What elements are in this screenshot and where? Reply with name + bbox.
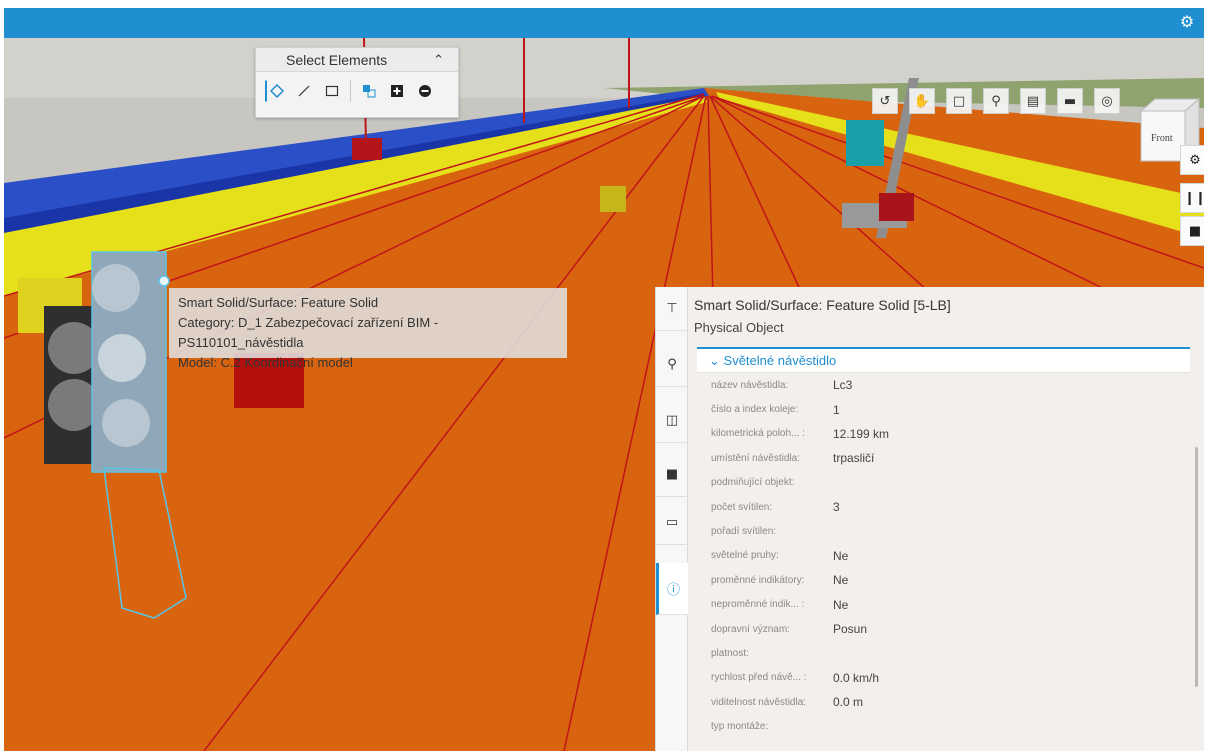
property-row: platnost: bbox=[697, 641, 1190, 665]
properties-scrollbar[interactable] bbox=[1195, 447, 1198, 687]
property-key: rychlost před návě... : bbox=[711, 672, 807, 684]
line-select-icon[interactable] bbox=[293, 80, 315, 102]
property-key: neproměnné indik... : bbox=[711, 599, 805, 611]
property-key: číslo a index koleje: bbox=[711, 404, 799, 416]
property-value: trpasličí bbox=[833, 451, 875, 466]
fit-view-icon[interactable]: □ bbox=[946, 88, 972, 114]
select-elements-title: Select Elements bbox=[286, 52, 388, 68]
search-icon[interactable]: ⚲ bbox=[656, 343, 688, 387]
property-value: 0.0 m bbox=[833, 695, 864, 710]
window-icon[interactable]: ▬ bbox=[1057, 88, 1083, 114]
walk-icon[interactable]: ❙❙ bbox=[1180, 183, 1204, 213]
property-row: umístění návěstidla: trpasličí bbox=[697, 446, 1190, 470]
tooltip-model: Model: C.2 Koordinační model bbox=[178, 355, 353, 370]
zoom-icon[interactable]: ⚲ bbox=[983, 88, 1009, 114]
point-select-icon[interactable] bbox=[265, 80, 287, 102]
property-key: viditelnost návěstidla: bbox=[711, 696, 807, 708]
box-select-icon[interactable] bbox=[321, 80, 343, 102]
rotate-icon[interactable]: ↺ bbox=[872, 88, 898, 114]
property-value: 12.199 km bbox=[833, 426, 890, 441]
selection-set-icon[interactable] bbox=[358, 80, 380, 102]
section-icon[interactable]: ▤ bbox=[1020, 88, 1046, 114]
panel-tab-bar: ⊤ ⚲ ◫ ■ ▭ ⓘ bbox=[656, 287, 688, 751]
property-value: 1 bbox=[833, 402, 840, 417]
chevron-up-icon[interactable]: ⌃ bbox=[433, 48, 444, 72]
property-row: pořadí svítilen: bbox=[697, 519, 1190, 543]
tooltip-category: Category: D_1 Zabezpečovací zařízení BIM… bbox=[178, 315, 439, 350]
properties-title: Smart Solid/Surface: Feature Solid [5-LB… bbox=[694, 297, 951, 313]
chevron-down-icon: ⌄ bbox=[709, 353, 720, 368]
top-bar: ⚙ bbox=[4, 8, 1204, 38]
property-value: 0.0 km/h bbox=[833, 670, 880, 685]
markup-icon[interactable]: ■ bbox=[656, 453, 688, 497]
property-value: Ne bbox=[833, 573, 849, 588]
property-row: název návěstidla: Lc3 bbox=[697, 373, 1190, 397]
property-row: viditelnost návěstidla: 0.0 m bbox=[697, 690, 1190, 714]
property-value: 3 bbox=[833, 500, 840, 515]
property-key: pořadí svítilen: bbox=[711, 526, 777, 538]
property-key: kilometrická poloh... : bbox=[711, 428, 805, 440]
gear-icon[interactable]: ⚙ bbox=[1178, 13, 1196, 31]
property-row: neproměnné indik... : Ne bbox=[697, 593, 1190, 617]
property-key: umístění návěstidla: bbox=[711, 452, 800, 464]
cube-face-label: Front bbox=[1151, 133, 1173, 144]
property-key: proměnné indikátory: bbox=[711, 574, 805, 586]
tooltip-element-type: Smart Solid/Surface: Feature Solid bbox=[178, 295, 379, 310]
select-elements-header[interactable]: Select Elements ⌃ bbox=[256, 48, 458, 72]
property-row: proměnné indikátory: Ne bbox=[697, 568, 1190, 592]
property-row: dopravní význam: Posun bbox=[697, 617, 1190, 641]
property-row: číslo a index koleje: 1 bbox=[697, 397, 1190, 421]
video-icon[interactable]: ■ bbox=[1180, 216, 1204, 246]
properties-subtitle: Physical Object bbox=[694, 320, 784, 335]
view-icon[interactable]: ▭ bbox=[656, 501, 688, 545]
property-key: počet svítilen: bbox=[711, 501, 773, 513]
properties-content: ⌄ Světelné návěstidlo název návěstidla: L… bbox=[697, 347, 1190, 751]
property-row: typ montáže: bbox=[697, 714, 1190, 738]
property-key: podmiňující objekt: bbox=[711, 477, 795, 489]
property-key: světelné pruhy: bbox=[711, 550, 779, 562]
property-value: Ne bbox=[833, 597, 849, 612]
globe-icon[interactable]: ◎ bbox=[1094, 88, 1120, 114]
property-list: název návěstidla: Lc3 číslo a index kolej… bbox=[697, 373, 1190, 739]
model-icon[interactable]: ◫ bbox=[656, 399, 688, 443]
property-key: dopravní význam: bbox=[711, 623, 790, 635]
property-key: platnost: bbox=[711, 647, 749, 659]
property-value: Lc3 bbox=[833, 378, 853, 393]
toolbar-divider bbox=[350, 80, 351, 102]
property-value: Ne bbox=[833, 548, 849, 563]
properties-panel: ⊤ ⚲ ◫ ■ ▭ ⓘ Smart Solid/Surface: Feature… bbox=[655, 287, 1204, 751]
property-key: typ montáže: bbox=[711, 721, 769, 733]
remove-selection-icon[interactable] bbox=[414, 80, 436, 102]
select-elements-panel: Select Elements ⌃ bbox=[255, 47, 459, 118]
navigation-toolbar: ↺ ✋ □ ⚲ ▤ ▬ ◎ bbox=[872, 88, 1120, 114]
property-value: Posun bbox=[833, 622, 868, 637]
pan-icon[interactable]: ✋ bbox=[909, 88, 935, 114]
element-tooltip: Smart Solid/Surface: Feature Solid Categ… bbox=[169, 288, 567, 370]
property-row: rychlost před návě... : 0.0 km/h bbox=[697, 666, 1190, 690]
section-title: Světelné návěstidlo bbox=[723, 353, 837, 368]
property-row: světelné pruhy: Ne bbox=[697, 544, 1190, 568]
property-row: kilometrická poloh... : 12.199 km bbox=[697, 422, 1190, 446]
property-row: podmiňující objekt: bbox=[697, 471, 1190, 495]
property-row: počet svítilen: 3 bbox=[697, 495, 1190, 519]
tree-icon[interactable]: ⊤ bbox=[656, 287, 688, 331]
info-icon[interactable]: ⓘ bbox=[656, 563, 688, 615]
section-header[interactable]: ⌄ Světelné návěstidlo bbox=[697, 349, 1190, 373]
add-selection-icon[interactable] bbox=[386, 80, 408, 102]
property-key: název návěstidla: bbox=[711, 379, 789, 391]
camera-settings-icon[interactable]: ⚙ bbox=[1180, 145, 1204, 175]
